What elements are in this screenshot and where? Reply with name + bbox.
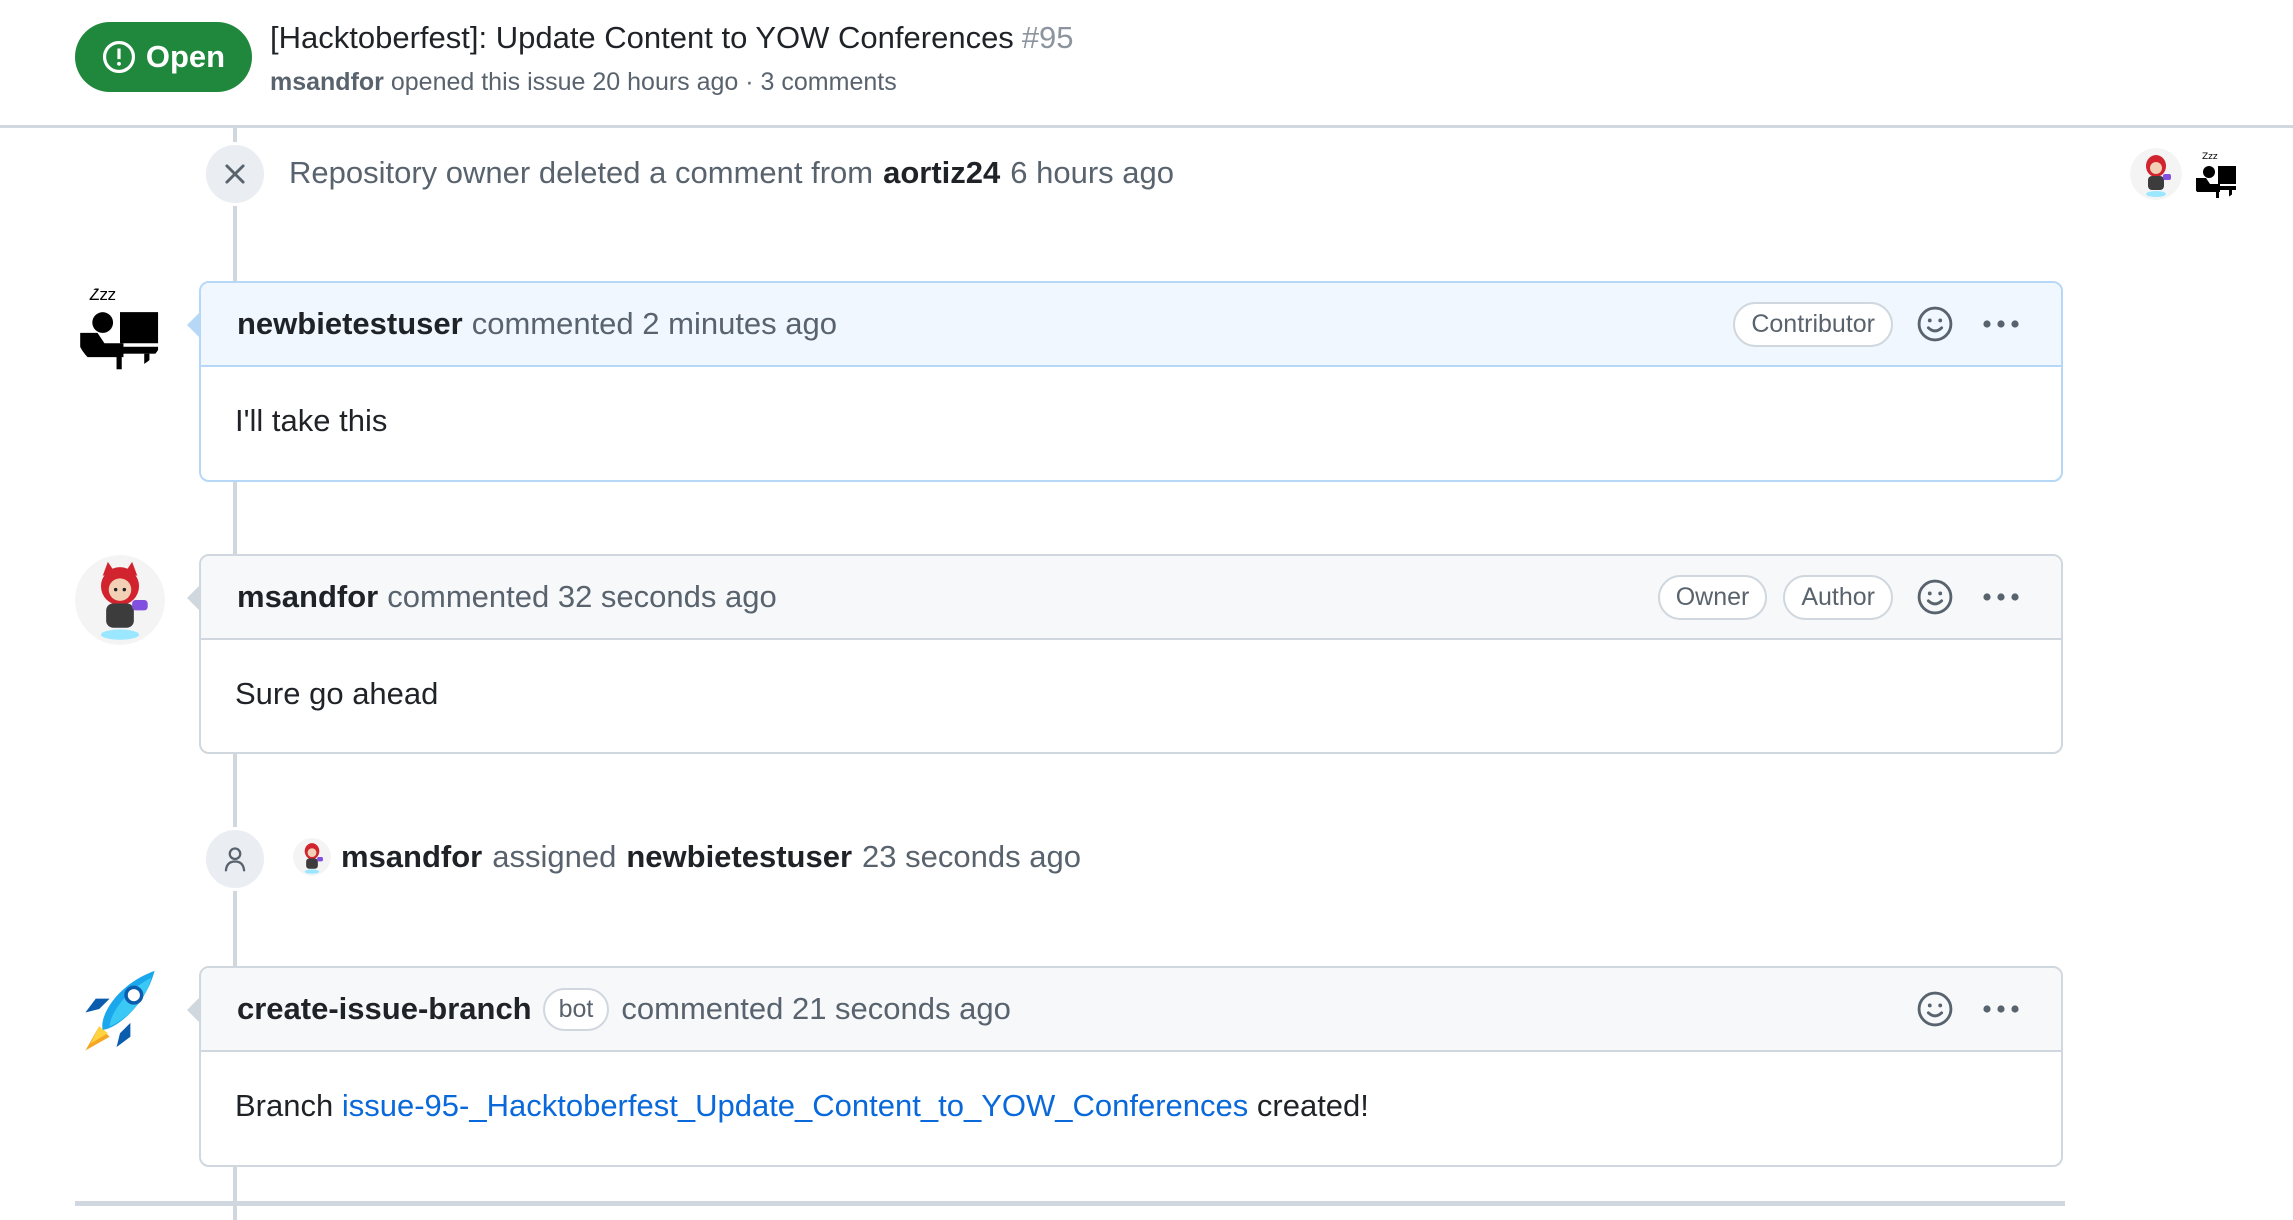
comment-header: create-issue-branch bot commented 21 sec… <box>201 968 2061 1052</box>
kebab-horizontal-icon <box>1983 593 2019 601</box>
kebab-horizontal-icon <box>1983 1005 2019 1013</box>
issue-opened-icon <box>102 40 135 74</box>
branch-link[interactable]: issue-95-_Hacktoberfest_Update_Content_t… <box>342 1088 1248 1123</box>
issue-author-link[interactable]: msandfor <box>270 68 384 96</box>
svg-text:Zzz: Zzz <box>2202 152 2218 162</box>
svg-text:Zzz: Zzz <box>89 286 116 304</box>
assign-event-verb: assigned <box>492 839 617 874</box>
avatar-msandfor[interactable] <box>75 555 165 645</box>
comment-msandfor: msandfor commented 32 seconds ago Owner … <box>187 554 2063 754</box>
sleeping-user-avatar-icon: Zzz <box>75 281 165 371</box>
timeline-end-divider <box>75 1201 2065 1206</box>
participant-avatar-newbietestuser[interactable]: Zzz <box>2190 148 2242 200</box>
comment-header: newbietestuser commented 2 minutes ago C… <box>201 283 2061 367</box>
avatar-create-issue-branch[interactable] <box>75 964 165 1054</box>
issue-title[interactable]: [Hacktoberfest]: Update Content to YOW C… <box>270 20 1074 56</box>
deleted-event-text: Repository owner deleted a comment from … <box>289 155 1174 191</box>
comment-newbietestuser: newbietestuser commented 2 minutes ago C… <box>187 281 2063 482</box>
role-label-contributor: Contributor <box>1733 301 1893 347</box>
issue-meta: msandfor opened this issue 20 hours ago … <box>270 68 897 97</box>
comment-body: Branch issue-95-_Hacktoberfest_Update_Co… <box>201 1052 2061 1160</box>
role-label-owner: Owner <box>1657 574 1768 620</box>
rocket-icon <box>85 970 155 1051</box>
smiley-icon <box>1917 579 1953 615</box>
octocat-avatar-icon <box>75 555 165 645</box>
assign-event-badge <box>203 827 267 891</box>
person-icon <box>224 847 246 872</box>
smiley-icon <box>1917 991 1953 1027</box>
issue-state-badge: Open <box>75 22 252 92</box>
smiley-icon <box>1917 306 1953 342</box>
issue-title-text: [Hacktoberfest]: Update Content to YOW C… <box>270 20 1014 55</box>
comment-body-suffix: created! <box>1256 1088 1369 1123</box>
deleted-event-time[interactable]: 6 hours ago <box>1010 155 1174 191</box>
comment-create-issue-branch: create-issue-branch bot commented 21 sec… <box>187 966 2063 1167</box>
comment-timestamp[interactable]: commented 32 seconds ago <box>387 579 776 615</box>
comment-body: Sure go ahead <box>235 676 439 711</box>
comment-body-prefix: Branch <box>235 1088 334 1123</box>
participants-list: Zzz <box>2130 148 2242 200</box>
comment-header: msandfor commented 32 seconds ago Owner … <box>201 556 2061 640</box>
comment-timestamp[interactable]: commented 21 seconds ago <box>621 991 1010 1027</box>
issue-sticky-header: Open [Hacktoberfest]: Update Content to … <box>0 0 2293 128</box>
issue-state-label: Open <box>145 39 226 74</box>
assign-actor-avatar[interactable] <box>293 838 331 876</box>
comment-author[interactable]: msandfor <box>237 579 378 615</box>
kebab-horizontal-icon <box>1983 320 2019 328</box>
assign-event-assignee[interactable]: newbietestuser <box>626 839 852 875</box>
x-icon <box>225 164 245 184</box>
deleted-event-badge <box>203 142 267 206</box>
issue-number: #95 <box>1021 20 1074 55</box>
comment-options-button[interactable] <box>1977 300 2025 348</box>
comment-body: I'll take this <box>235 403 388 438</box>
avatar-newbietestuser[interactable]: Zzz <box>75 281 165 371</box>
deleted-event-actor[interactable]: aortiz24 <box>883 155 1000 191</box>
assign-event-text: msandfor assigned newbietestuser 23 seco… <box>293 838 1081 876</box>
comment-options-button[interactable] <box>1977 985 2025 1033</box>
add-reaction-button[interactable] <box>1911 300 1959 348</box>
octocat-avatar-icon <box>2130 148 2182 200</box>
assign-event-actor[interactable]: msandfor <box>341 839 482 875</box>
comment-author[interactable]: newbietestuser <box>237 306 463 342</box>
issue-meta-text: opened this issue 20 hours ago · 3 comme… <box>390 68 897 96</box>
bot-label: bot <box>542 987 610 1031</box>
add-reaction-button[interactable] <box>1911 573 1959 621</box>
assign-event-time[interactable]: 23 seconds ago <box>862 839 1081 875</box>
participant-avatar-msandfor[interactable] <box>2130 148 2182 200</box>
add-reaction-button[interactable] <box>1911 985 1959 1033</box>
deleted-event-description: Repository owner deleted a comment from <box>289 155 874 190</box>
octocat-avatar-icon <box>293 838 331 876</box>
comment-timestamp[interactable]: commented 2 minutes ago <box>472 306 837 342</box>
sleeping-user-avatar-icon: Zzz <box>2190 148 2242 200</box>
comment-options-button[interactable] <box>1977 573 2025 621</box>
comment-author[interactable]: create-issue-branch <box>237 991 532 1027</box>
role-label-author: Author <box>1783 574 1893 620</box>
issue-page: Open [Hacktoberfest]: Update Content to … <box>0 0 2293 1220</box>
